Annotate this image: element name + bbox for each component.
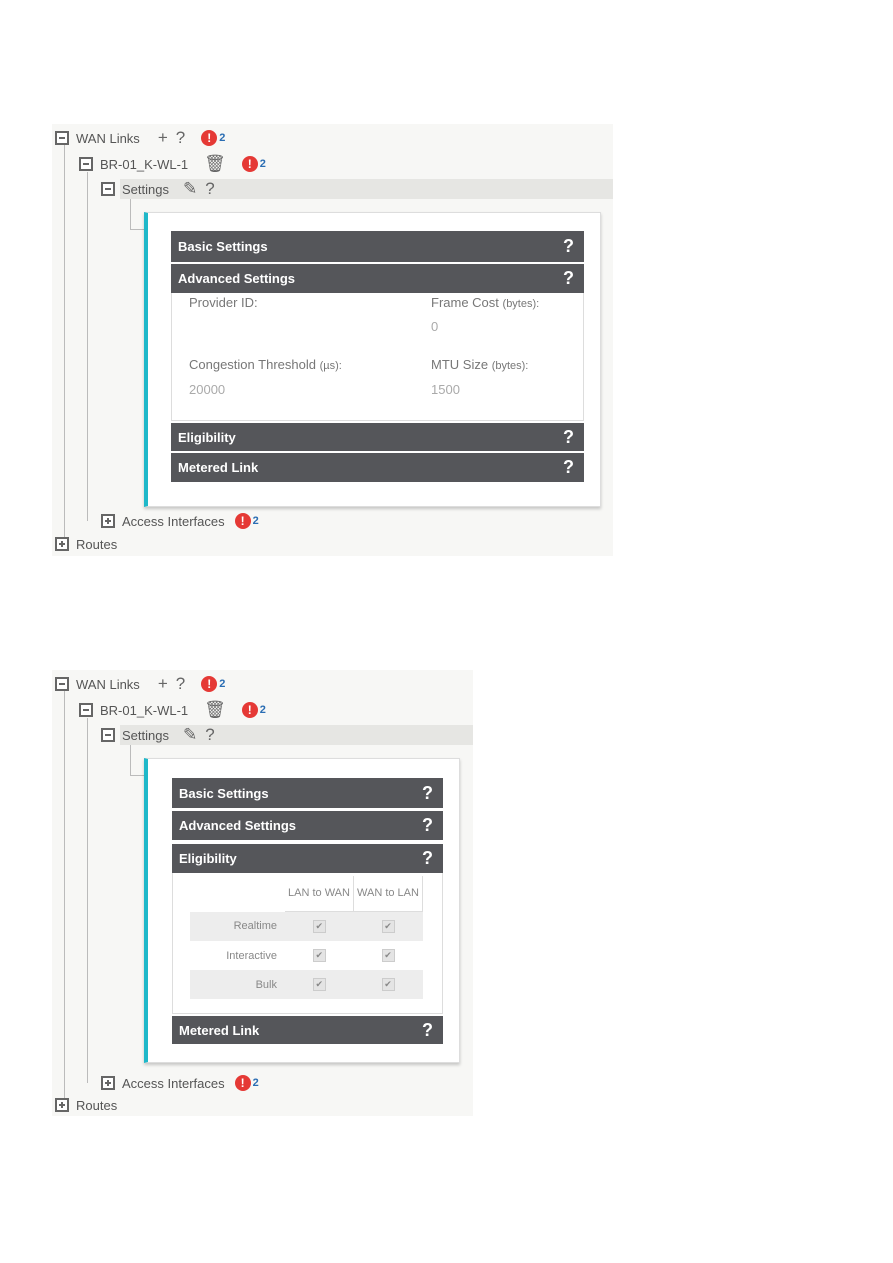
- question-icon[interactable]: ?: [176, 674, 185, 694]
- tree-item-wan-links[interactable]: WAN Links + ? ! 2: [55, 674, 225, 694]
- question-icon[interactable]: ?: [205, 179, 214, 199]
- section-advanced-settings[interactable]: Advanced Settings?: [171, 264, 584, 293]
- tree-item-wan-links[interactable]: WAN Links + ? ! 2: [55, 128, 225, 148]
- table-row: Realtime ✔ ✔: [190, 911, 423, 941]
- checkbox[interactable]: ✔: [381, 978, 395, 991]
- checkbox[interactable]: ✔: [312, 920, 326, 933]
- question-icon[interactable]: ?: [563, 427, 574, 448]
- checkbox[interactable]: ✔: [312, 949, 326, 962]
- question-icon[interactable]: ?: [176, 128, 185, 148]
- exclamation-icon: !: [234, 1075, 251, 1091]
- tree-item-routes[interactable]: Routes: [55, 534, 117, 554]
- question-icon[interactable]: ?: [205, 725, 214, 745]
- plus-icon[interactable]: +: [158, 128, 168, 148]
- expand-icon[interactable]: [101, 514, 115, 528]
- pencil-icon[interactable]: ✎: [183, 725, 197, 745]
- tree-item-wan-link[interactable]: BR-01_K-WL-1 🗑 ! 2: [79, 154, 266, 174]
- trash-icon[interactable]: 🗑: [204, 154, 226, 174]
- settings-card: Basic Settings? Advanced Settings? Eligi…: [144, 758, 460, 1063]
- collapse-icon[interactable]: [79, 703, 93, 717]
- eligibility-table: LAN to WAN WAN to LAN Realtime ✔ ✔ Interact…: [190, 876, 423, 999]
- tree-item-wan-link[interactable]: BR-01_K-WL-1 🗑 ! 2: [79, 700, 266, 720]
- question-icon[interactable]: ?: [422, 783, 433, 804]
- pencil-icon[interactable]: ✎: [183, 179, 197, 199]
- frame-cost-label: Frame Cost (bytes):: [431, 295, 540, 310]
- exclamation-icon: !: [241, 156, 258, 172]
- tree-item-access-interfaces[interactable]: Access Interfaces ! 2: [101, 1073, 259, 1093]
- expand-icon[interactable]: [55, 537, 69, 551]
- collapse-icon[interactable]: [101, 728, 115, 742]
- question-icon[interactable]: ?: [422, 848, 433, 869]
- table-row: Bulk ✔ ✔: [190, 970, 423, 999]
- exclamation-icon: !: [234, 513, 251, 529]
- collapse-icon[interactable]: [55, 677, 69, 691]
- congestion-threshold-label: Congestion Threshold (µs):: [189, 357, 342, 372]
- wan-links-panel-eligibility: WAN Links + ? ! 2 BR-01_K-WL-1 🗑 ! 2 Setti…: [52, 670, 473, 1116]
- provider-id-label: Provider ID:: [189, 295, 258, 310]
- table-row: Interactive ✔ ✔: [190, 941, 423, 970]
- checkbox[interactable]: ✔: [312, 978, 326, 991]
- question-icon[interactable]: ?: [563, 236, 574, 257]
- question-icon[interactable]: ?: [422, 815, 433, 836]
- column-header: LAN to WAN: [285, 876, 354, 912]
- mtu-size-field[interactable]: 1500: [431, 382, 460, 397]
- tree-item-access-interfaces[interactable]: Access Interfaces ! 2: [101, 511, 259, 531]
- section-basic-settings[interactable]: Basic Settings?: [171, 231, 584, 262]
- advanced-settings-content: Provider ID: Frame Cost (bytes): 0 Conge…: [171, 293, 584, 421]
- settings-card: Basic Settings? Advanced Settings? Provi…: [144, 212, 601, 507]
- checkbox[interactable]: ✔: [381, 920, 395, 933]
- frame-cost-field[interactable]: 0: [431, 319, 438, 334]
- section-eligibility[interactable]: Eligibility?: [172, 844, 443, 873]
- section-advanced-settings[interactable]: Advanced Settings?: [172, 811, 443, 840]
- section-basic-settings[interactable]: Basic Settings?: [172, 778, 443, 808]
- wan-links-panel-advanced: WAN Links + ? ! 2 BR-01_K-WL-1 🗑 ! 2 Setti…: [52, 124, 613, 556]
- expand-icon[interactable]: [55, 1098, 69, 1112]
- question-icon[interactable]: ?: [563, 457, 574, 478]
- trash-icon[interactable]: 🗑: [204, 700, 226, 720]
- question-icon[interactable]: ?: [422, 1020, 433, 1041]
- collapse-icon[interactable]: [101, 182, 115, 196]
- eligibility-content: LAN to WAN WAN to LAN Realtime ✔ ✔ Interact…: [172, 873, 443, 1014]
- exclamation-icon: !: [201, 130, 218, 146]
- mtu-size-label: MTU Size (bytes):: [431, 357, 529, 372]
- tree-item-settings[interactable]: Settings ✎ ?: [101, 179, 215, 199]
- section-eligibility[interactable]: Eligibility?: [171, 423, 584, 451]
- checkbox[interactable]: ✔: [381, 949, 395, 962]
- column-header: WAN to LAN: [353, 876, 423, 912]
- tree-item-routes[interactable]: Routes: [55, 1095, 117, 1115]
- expand-icon[interactable]: [101, 1076, 115, 1090]
- collapse-icon[interactable]: [55, 131, 69, 145]
- tree-item-settings[interactable]: Settings ✎ ?: [101, 725, 215, 745]
- collapse-icon[interactable]: [79, 157, 93, 171]
- plus-icon[interactable]: +: [158, 674, 168, 694]
- congestion-threshold-field[interactable]: 20000: [189, 382, 225, 397]
- section-metered-link[interactable]: Metered Link?: [171, 453, 584, 482]
- section-metered-link[interactable]: Metered Link?: [172, 1016, 443, 1044]
- question-icon[interactable]: ?: [563, 268, 574, 289]
- exclamation-icon: !: [201, 676, 218, 692]
- exclamation-icon: !: [241, 702, 258, 718]
